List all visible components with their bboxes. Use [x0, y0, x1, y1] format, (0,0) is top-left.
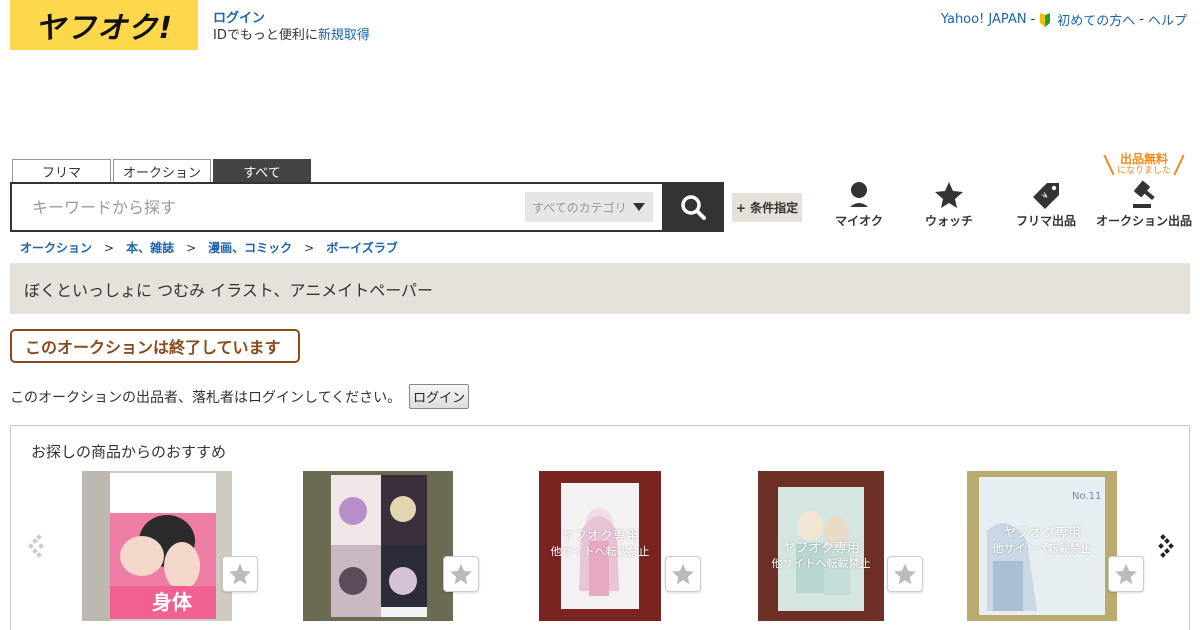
flea-listing-label: フリマ出品: [1015, 214, 1076, 228]
watermark-line2: 他サイトへ転載禁止: [992, 542, 1092, 555]
watch-button[interactable]: [443, 556, 479, 592]
my-auction-label: マイオク: [835, 214, 883, 228]
tab-all[interactable]: すべて: [213, 159, 311, 183]
item-thumbnail[interactable]: ヤフオク専用 他サイトへ転載禁止: [758, 471, 884, 621]
search-box: すべてのカテゴリ: [10, 182, 664, 232]
free-badge-main: 出品無料: [1119, 152, 1168, 166]
star-icon: [1115, 563, 1137, 585]
free-badge-sub: になりました: [1116, 166, 1171, 176]
star-icon: [450, 563, 472, 585]
recommendations-title: お探しの商品からのおすすめ: [31, 443, 227, 461]
breadcrumb-manga[interactable]: 漫画、コミック: [208, 239, 292, 256]
watch-label: ウォッチ: [924, 214, 973, 228]
top-links-sep-2: -: [1139, 12, 1144, 27]
star-icon: [672, 563, 694, 585]
login-block: ログイン IDでもっと便利に新規取得: [213, 10, 370, 44]
watch-nav[interactable]: ウォッチ: [899, 180, 999, 229]
breadcrumb: オークション > 本、雑誌 > 漫画、コミック > ボーイズラブ: [20, 239, 398, 256]
comic-cover-image: 身体: [82, 471, 232, 621]
item-title: ぼくといっしょに つむみ イラスト、アニメイトペーパー: [24, 280, 434, 300]
help-link[interactable]: ヘルプ: [1148, 10, 1187, 29]
manga-set-image: [303, 471, 453, 621]
yahuoku-logo[interactable]: ヤフオク!: [10, 0, 198, 50]
watermark: ヤフオク専用 他サイトへ転載禁止: [539, 529, 661, 559]
flea-listing-nav[interactable]: ¥ フリマ出品: [996, 180, 1096, 229]
top-links: Yahoo! JAPAN - 初めての方へ - ヘルプ: [941, 10, 1187, 29]
watermark-line2: 他サイトへ転載禁止: [550, 545, 650, 558]
login-note-text: このオークションの出品者、落札者はログインしてください。: [10, 389, 402, 406]
auction-listing-nav[interactable]: オークション出品: [1094, 180, 1194, 229]
watermark-line1: ヤフオク専用: [561, 529, 639, 544]
price-tag-icon: ¥: [1033, 183, 1059, 209]
yahoo-japan-link[interactable]: Yahoo! JAPAN: [941, 12, 1027, 27]
recommendations: お探しの商品からのおすすめ 身体 ヤフオク専用 他サイトへ転載禁止 ヤフオク専用…: [10, 425, 1190, 630]
item-thumbnail[interactable]: No.11 ヤフオク専用 他サイトへ転載禁止: [967, 471, 1117, 621]
user-icon: [850, 182, 868, 207]
beginner-mark-icon: [1040, 12, 1051, 27]
breadcrumb-sep: >: [304, 240, 315, 255]
search-input[interactable]: [22, 184, 522, 230]
watermark-line2: 他サイトへ転載禁止: [771, 557, 871, 570]
breadcrumb-books[interactable]: 本、雑誌: [126, 239, 174, 256]
star-icon: [894, 563, 916, 585]
item-title-bar: ぼくといっしょに つむみ イラスト、アニメイトペーパー: [10, 263, 1190, 314]
star-icon: [935, 182, 963, 208]
star-icon: [229, 563, 251, 585]
watch-button[interactable]: [665, 556, 701, 592]
breadcrumb-sep: >: [186, 240, 197, 255]
breadcrumb-sep: >: [104, 240, 115, 255]
free-listing-badge: 出品無料 になりました: [1103, 152, 1185, 176]
login-button[interactable]: ログイン: [409, 384, 470, 409]
login-sub: IDでもっと便利に新規取得: [213, 27, 370, 44]
watermark: ヤフオク専用 他サイトへ転載禁止: [967, 526, 1117, 556]
register-link[interactable]: 新規取得: [318, 28, 370, 43]
logo-text: ヤフオク!: [34, 11, 174, 46]
search-icon: [681, 195, 706, 220]
header-nav: マイオク ウォッチ ¥ フリマ出品 オークション出品: [820, 180, 1200, 230]
watermark: ヤフオク専用 他サイトへ転載禁止: [758, 541, 884, 571]
carousel-next-icon[interactable]: [1157, 533, 1177, 559]
item-thumbnail[interactable]: 身体: [82, 471, 232, 621]
search-tabs: フリマ オークション すべて: [12, 159, 311, 183]
auction-ended-badge: このオークションは終了しています: [10, 329, 300, 363]
gavel-icon: [1133, 180, 1155, 208]
login-sub-text: IDでもっと便利に: [213, 28, 318, 43]
condition-button[interactable]: + 条件指定: [732, 193, 802, 222]
item-thumbnail[interactable]: ヤフオク専用 他サイトへ転載禁止: [539, 471, 661, 621]
breadcrumb-auction[interactable]: オークション: [20, 239, 92, 256]
watch-button[interactable]: [887, 556, 923, 592]
item-thumbnail[interactable]: [303, 471, 453, 621]
login-link[interactable]: ログイン: [213, 10, 370, 27]
category-select-value: すべてのカテゴリ: [532, 200, 627, 215]
tab-flea[interactable]: フリマ: [12, 159, 111, 183]
watermark-line1: ヤフオク専用: [782, 541, 860, 556]
auction-listing-label: オークション出品: [1095, 214, 1192, 228]
carousel-prev-icon[interactable]: [25, 533, 45, 559]
tab-auction[interactable]: オークション: [113, 159, 211, 183]
comic-cover-text: 身体: [152, 590, 193, 614]
search-button[interactable]: [662, 182, 724, 232]
watch-button[interactable]: [1108, 556, 1144, 592]
first-time-link[interactable]: 初めての方へ: [1057, 10, 1135, 29]
category-select[interactable]: すべてのカテゴリ: [525, 192, 653, 222]
watermark-line1: ヤフオク専用: [1003, 526, 1081, 541]
my-auction-nav[interactable]: マイオク: [809, 180, 909, 229]
breadcrumb-boys-love[interactable]: ボーイズラブ: [326, 239, 398, 256]
login-note: このオークションの出品者、落札者はログインしてください。 ログイン: [10, 384, 470, 409]
top-links-sep: -: [1030, 12, 1036, 27]
watch-button[interactable]: [222, 556, 258, 592]
chevron-down-icon: [633, 203, 645, 211]
svg-text:No.11: No.11: [1072, 491, 1101, 502]
